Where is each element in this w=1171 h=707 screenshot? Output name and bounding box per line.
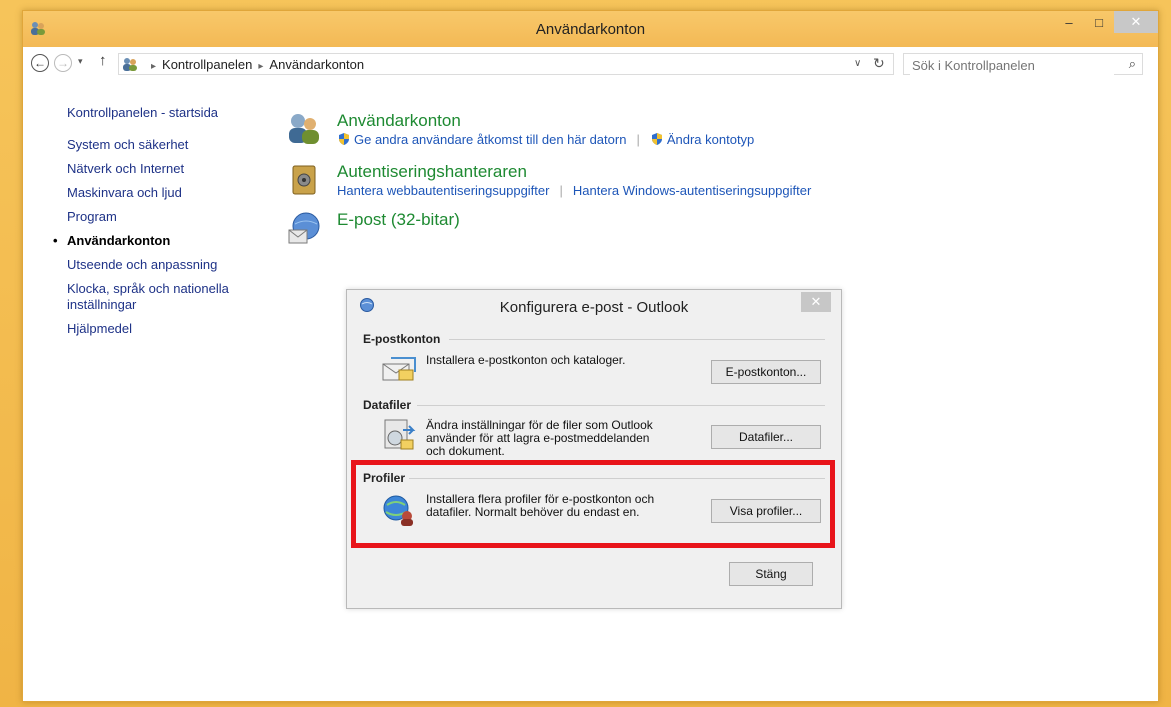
dialog-close-button[interactable]: ✕: [801, 292, 831, 312]
group-description: Ändra inställningar för de filer som Out…: [426, 419, 653, 458]
category-links: Hantera webbautentiseringsuppgifter | Hant…: [337, 183, 811, 198]
dialog-close-text-button[interactable]: Stäng: [729, 562, 813, 586]
highlight-box: [351, 460, 835, 548]
envelope-icon: [382, 357, 416, 381]
maximize-button[interactable]: □: [1084, 11, 1114, 33]
group-label: E-postkonton: [363, 332, 441, 346]
sidebar-item-system-security[interactable]: System och säkerhet: [67, 137, 267, 153]
up-button[interactable]: ↑: [99, 52, 107, 69]
breadcrumb-item-kontrollpanelen[interactable]: Kontrollpanelen: [162, 57, 252, 72]
breadcrumb: ▸ Kontrollpanelen ▸ Användarkonton: [145, 57, 364, 72]
sidebar-item-home[interactable]: Kontrollpanelen - startsida: [67, 105, 267, 121]
breadcrumb-item-anvandarkonton[interactable]: Användarkonton: [269, 57, 364, 72]
chevron-right-icon[interactable]: ▸: [151, 61, 156, 72]
address-bar[interactable]: ▸ Kontrollpanelen ▸ Användarkonton ∨ ↻: [118, 53, 894, 75]
group-label: Datafiler: [363, 398, 412, 412]
sidebar-item-user-accounts: • Användarkonton: [53, 233, 267, 249]
category-links: Ge andra användare åtkomst till den här …: [337, 132, 754, 147]
link-windows-credentials[interactable]: Hantera Windows-autentiseringsuppgifter: [573, 183, 811, 198]
mail-globe-icon: [288, 212, 320, 244]
sidebar-item-label: Användarkonton: [67, 233, 171, 248]
category-title[interactable]: E-post (32-bitar): [337, 210, 460, 230]
description-line: och dokument.: [426, 444, 505, 458]
minimize-button[interactable]: ‒: [1054, 11, 1084, 33]
forward-button[interactable]: →: [54, 54, 72, 72]
group-email-accounts: E-postkonton Installera e-postkonton och…: [363, 332, 825, 384]
mail-setup-dialog: Konfigurera e-post - Outlook ✕ E-postkon…: [346, 289, 842, 609]
uac-shield-icon: [339, 133, 349, 145]
navigation-bar: ← → ▾ ↑ ▸ Kontrollpanelen ▸ Användarkonton …: [23, 49, 1158, 79]
sidebar: Kontrollpanelen - startsida System och s…: [53, 105, 267, 345]
sidebar-item-appearance[interactable]: Utseende och anpassning: [67, 257, 267, 273]
group-divider: [449, 339, 825, 340]
address-dropdown-icon[interactable]: ∨: [854, 58, 861, 69]
group-description: Installera e-postkonton och kataloger.: [426, 353, 626, 367]
chevron-right-icon[interactable]: ▸: [258, 61, 263, 72]
title-bar[interactable]: Användarkonton ‒ □ ✕: [23, 11, 1158, 47]
category-title[interactable]: Användarkonton: [337, 111, 461, 131]
link-grant-access[interactable]: Ge andra användare åtkomst till den här …: [354, 132, 626, 147]
category-title[interactable]: Autentiseringshanteraren: [337, 162, 527, 182]
users-icon: [289, 114, 319, 144]
group-divider: [417, 405, 825, 406]
search-box: ⌕: [903, 53, 1143, 75]
email-accounts-button[interactable]: E-postkonton...: [711, 360, 821, 384]
dialog-title: Konfigurera e-post - Outlook: [499, 299, 689, 316]
link-separator: |: [636, 132, 640, 147]
link-web-credentials[interactable]: Hantera webbautentiseringsuppgifter: [337, 183, 549, 198]
back-button[interactable]: ←: [31, 54, 49, 72]
credential-vault-icon: [292, 165, 316, 195]
sidebar-item-hardware-sound[interactable]: Maskinvara och ljud: [67, 185, 267, 201]
sidebar-item-ease-of-access[interactable]: Hjälpmedel: [67, 321, 267, 337]
search-input[interactable]: [910, 55, 1114, 75]
uac-shield-icon: [651, 133, 662, 145]
data-files-button[interactable]: Datafiler...: [711, 425, 821, 449]
recent-locations-dropdown[interactable]: ▾: [78, 56, 83, 67]
refresh-icon[interactable]: ↻: [873, 55, 885, 72]
close-button[interactable]: ✕: [1114, 11, 1158, 33]
sidebar-item-network[interactable]: Nätverk och Internet: [67, 161, 267, 177]
window-title: Användarkonton: [535, 21, 646, 38]
search-icon[interactable]: ⌕: [1129, 56, 1136, 72]
users-icon: [123, 58, 137, 71]
link-change-account-type[interactable]: Ändra kontotyp: [667, 132, 754, 147]
link-separator: |: [559, 183, 563, 198]
data-files-icon: [384, 419, 416, 450]
sidebar-item-programs[interactable]: Program: [67, 209, 267, 225]
group-data-files: Datafiler Ändra inställningar för de fil…: [363, 398, 825, 462]
sidebar-item-clock-language[interactable]: Klocka, språk och nationella inställning…: [67, 281, 267, 313]
active-bullet: •: [53, 233, 58, 248]
